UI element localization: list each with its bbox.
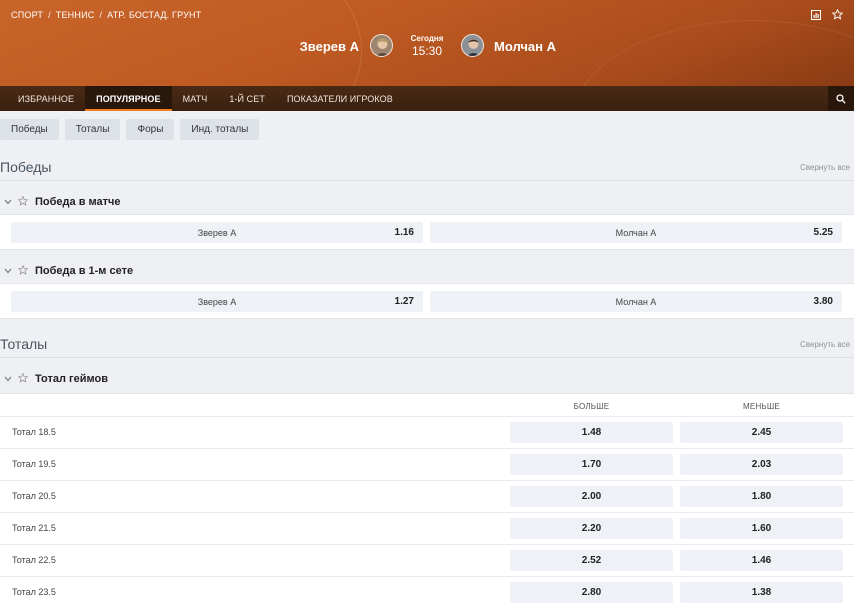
star-icon[interactable]	[17, 372, 30, 386]
odds-button-over[interactable]: 2.80	[510, 582, 673, 603]
odds-button-under[interactable]: 1.38	[680, 582, 843, 603]
breadcrumb-separator: /	[48, 10, 51, 20]
market-name: Тотал геймов	[35, 373, 108, 385]
section-divider	[0, 357, 854, 358]
match-clock: 15:30	[411, 44, 443, 58]
total-line-label: Тотал 19.5	[12, 459, 56, 469]
odds-button-under[interactable]: 2.03	[680, 454, 843, 475]
odds-value: 5.25	[813, 227, 833, 238]
tab-first-set[interactable]: 1-Й СЕТ	[218, 86, 276, 111]
chip-wins[interactable]: Победы	[0, 119, 59, 140]
match-day: Сегодня	[410, 34, 444, 43]
odds-button-under[interactable]: 1.46	[680, 550, 843, 571]
market-nav: ИЗБРАННОЕ ПОПУЛЯРНОЕ МАТЧ 1-Й СЕТ ПОКАЗА…	[0, 86, 854, 111]
odds-label: Молчан А	[615, 227, 657, 238]
chip-individual-totals[interactable]: Инд. тоталы	[180, 119, 260, 140]
total-line-label: Тотал 22.5	[12, 555, 56, 565]
table-row: Тотал 22.5 2.52 1.46	[0, 544, 854, 576]
collapse-all-totals[interactable]: Свернуть все	[800, 340, 850, 349]
odds-button-over[interactable]: 1.48	[510, 422, 673, 443]
breadcrumb-tournament[interactable]: ATP. БОСТАД. ГРУНТ	[107, 10, 201, 20]
chevron-down-icon[interactable]	[3, 199, 13, 205]
tab-favorites[interactable]: ИЗБРАННОЕ	[0, 86, 85, 111]
total-line-label: Тотал 21.5	[12, 523, 56, 533]
match-header: СПОРТ / ТЕННИС / ATP. БОСТАД. ГРУНТ Звер…	[0, 0, 854, 86]
market-header-match-win[interactable]: Победа в матче	[0, 192, 854, 212]
match-info: Зверев А Сегодня 15:30 Молчан А	[0, 34, 854, 60]
chevron-down-icon[interactable]	[3, 376, 13, 382]
breadcrumb-separator: /	[99, 10, 103, 20]
odds-label: Молчан А	[615, 296, 657, 307]
section-title-totals: Тоталы	[0, 336, 48, 352]
odds-value: 1.16	[394, 227, 414, 238]
search-button[interactable]	[828, 86, 854, 111]
totals-table: БОЛЬШЕ МЕНЬШЕ Тотал 18.5 1.48 2.45 Тотал…	[0, 393, 854, 611]
team2-avatar	[461, 34, 484, 57]
odds-button-under[interactable]: 2.45	[680, 422, 843, 443]
odds-button-over[interactable]: 2.20	[510, 518, 673, 539]
table-row: Тотал 18.5 1.48 2.45	[0, 416, 854, 448]
section-title-wins: Победы	[0, 159, 52, 175]
chip-handicaps[interactable]: Форы	[126, 119, 175, 140]
team1-avatar	[370, 34, 393, 57]
odds-value: 3.80	[813, 296, 833, 307]
odds-label: Зверев А	[197, 296, 237, 307]
total-line-label: Тотал 20.5	[12, 491, 56, 501]
total-line-label: Тотал 23.5	[12, 587, 56, 597]
section-divider	[0, 180, 854, 181]
team1-name[interactable]: Зверев А	[300, 39, 359, 54]
odds-button-team2[interactable]: Молчан А 5.25	[430, 222, 842, 243]
breadcrumb-tennis[interactable]: ТЕННИС	[56, 10, 95, 20]
tab-match[interactable]: МАТЧ	[172, 86, 219, 111]
total-line-label: Тотал 18.5	[12, 427, 56, 437]
odds-button-under[interactable]: 1.60	[680, 518, 843, 539]
table-row: Тотал 19.5 1.70 2.03	[0, 448, 854, 480]
market-header-first-set-win[interactable]: Победа в 1-м сете	[0, 261, 854, 281]
odds-button-team1[interactable]: Зверев А 1.27	[11, 291, 423, 312]
market-body-first-set-win: Зверев А 1.27 Молчан А 3.80	[0, 283, 854, 319]
stats-icon[interactable]	[810, 9, 821, 20]
market-name: Победа в 1-м сете	[35, 265, 134, 277]
breadcrumb-sport[interactable]: СПОРТ	[11, 10, 43, 20]
collapse-all-wins[interactable]: Свернуть все	[800, 163, 850, 172]
star-icon[interactable]	[17, 264, 30, 278]
tab-player-stats[interactable]: ПОКАЗАТЕЛИ ИГРОКОВ	[276, 86, 404, 111]
odds-button-under[interactable]: 1.80	[680, 486, 843, 507]
match-time: Сегодня 15:30	[400, 34, 454, 58]
star-icon[interactable]	[832, 9, 843, 20]
odds-button-team2[interactable]: Молчан А 3.80	[430, 291, 842, 312]
tab-popular[interactable]: ПОПУЛЯРНОЕ	[85, 86, 173, 111]
table-row: Тотал 20.5 2.00 1.80	[0, 480, 854, 512]
odds-button-over[interactable]: 1.70	[510, 454, 673, 475]
market-header-total-games[interactable]: Тотал геймов	[0, 369, 854, 389]
column-header-over: БОЛЬШЕ	[573, 402, 610, 411]
market-filter-chips: Победы Тоталы Форы Инд. тоталы	[0, 119, 260, 140]
table-row: Тотал 23.5 2.80 1.38	[0, 576, 854, 608]
team2-name[interactable]: Молчан А	[494, 39, 556, 54]
odds-value: 1.27	[394, 296, 414, 307]
market-body-match-win: Зверев А 1.16 Молчан А 5.25	[0, 214, 854, 250]
odds-button-team1[interactable]: Зверев А 1.16	[11, 222, 423, 243]
odds-label: Зверев А	[197, 227, 237, 238]
market-name: Победа в матче	[35, 196, 121, 208]
breadcrumb: СПОРТ / ТЕННИС / ATP. БОСТАД. ГРУНТ	[11, 10, 201, 20]
chevron-down-icon[interactable]	[3, 268, 13, 274]
chip-totals[interactable]: Тоталы	[64, 119, 121, 140]
odds-button-over[interactable]: 2.00	[510, 486, 673, 507]
odds-button-over[interactable]: 2.52	[510, 550, 673, 571]
table-row: Тотал 21.5 2.20 1.60	[0, 512, 854, 544]
column-header-under: МЕНЬШЕ	[743, 402, 780, 411]
search-icon	[836, 93, 846, 104]
star-icon[interactable]	[17, 195, 30, 209]
